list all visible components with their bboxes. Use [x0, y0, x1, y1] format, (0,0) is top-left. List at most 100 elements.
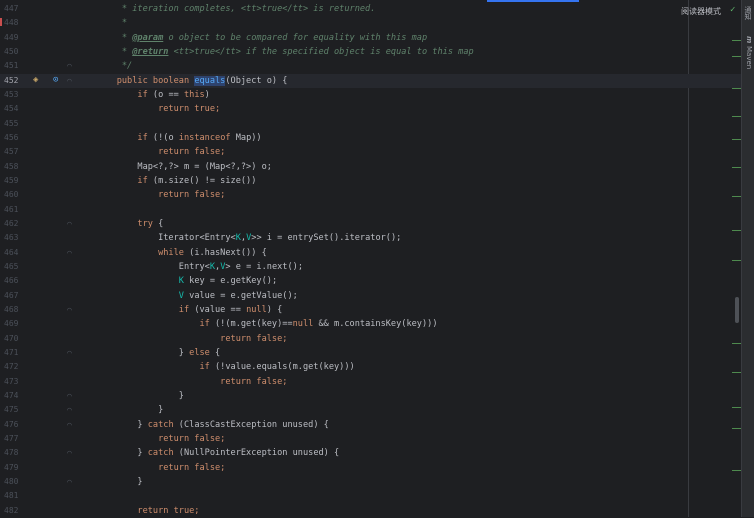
code-text: if (!(m.get(key)==null && m.containsKey(… — [96, 317, 684, 331]
tool-tab-maven[interactable]: Maven — [743, 46, 753, 69]
code-line[interactable]: 457 return false; — [0, 145, 744, 159]
code-token: if — [96, 132, 148, 143]
code-line[interactable]: 458 Map<?,?> m = (Map<?,?>) o; — [0, 160, 744, 174]
line-number[interactable]: 476 — [4, 418, 28, 432]
line-number[interactable]: 465 — [4, 260, 28, 274]
code-text: Map<?,?> m = (Map<?,?>) o; — [96, 160, 684, 174]
line-number[interactable]: 467 — [4, 289, 28, 303]
code-line[interactable]: 456 if (!(o instanceof Map)) — [0, 131, 744, 145]
line-number[interactable]: 474 — [4, 389, 28, 403]
override-method-icon[interactable]: ⊙ — [53, 73, 58, 87]
code-line[interactable]: 474 ⌒ } — [0, 389, 744, 403]
code-line[interactable]: 467 V value = e.getValue(); — [0, 289, 744, 303]
code-line[interactable]: 482 return true; — [0, 504, 744, 518]
line-number[interactable]: 480 — [4, 475, 28, 489]
code-line[interactable]: 461 — [0, 203, 744, 217]
code-line[interactable]: 452 ⌒ public boolean equals(Object o) { — [0, 73, 744, 88]
code-line[interactable]: 455 — [0, 117, 744, 131]
code-line[interactable]: 481 — [0, 489, 744, 503]
code-line[interactable]: 470 return false; — [0, 332, 744, 346]
fold-toggle-icon[interactable]: ⌒ — [67, 403, 72, 417]
code-line[interactable]: 473 return false; — [0, 375, 744, 389]
code-line[interactable]: 468 ⌒ if (value == null) { — [0, 303, 744, 317]
line-number[interactable]: 455 — [4, 117, 28, 131]
code-line[interactable]: 463 Iterator<Entry<K,V>> i = entrySet().… — [0, 231, 744, 245]
line-number[interactable]: 473 — [4, 375, 28, 389]
line-number[interactable]: 462 — [4, 217, 28, 231]
code-line[interactable]: 477 return false; — [0, 432, 744, 446]
fold-toggle-icon[interactable]: ⌒ — [67, 59, 72, 73]
code-text: return false; — [96, 432, 684, 446]
reader-mode-toggle[interactable]: 阅读器模式 — [681, 6, 721, 17]
code-line[interactable]: 479 return false; — [0, 461, 744, 475]
fold-toggle-icon[interactable]: ⌒ — [67, 74, 72, 88]
line-number[interactable]: 464 — [4, 246, 28, 260]
code-line[interactable]: 475 ⌒ } — [0, 403, 744, 417]
code-line[interactable]: 453 if (o == this) — [0, 88, 744, 102]
line-number[interactable]: 477 — [4, 432, 28, 446]
code-token: @return — [132, 46, 169, 57]
line-number[interactable]: 472 — [4, 360, 28, 374]
line-number[interactable]: 453 — [4, 88, 28, 102]
fold-toggle-icon[interactable]: ⌒ — [67, 389, 72, 403]
line-number[interactable]: 454 — [4, 102, 28, 116]
code-token: } — [96, 419, 148, 430]
code-line[interactable]: 448 * — [0, 16, 744, 30]
code-line[interactable]: 472 if (!value.equals(m.get(key))) — [0, 360, 744, 374]
code-line[interactable]: 469 if (!(m.get(key)==null && m.contains… — [0, 317, 744, 331]
code-line[interactable]: 480 ⌒ } — [0, 475, 744, 489]
line-number[interactable]: 448 — [4, 16, 28, 30]
code-line[interactable]: 450 * @return <tt>true</tt> if the speci… — [0, 45, 744, 59]
fold-toggle-icon[interactable]: ⌒ — [67, 303, 72, 317]
tool-tab-m[interactable]: m — [743, 36, 753, 43]
line-number[interactable]: 447 — [4, 2, 28, 16]
code-text: V value = e.getValue(); — [96, 289, 684, 303]
code-line[interactable]: 451 ⌒ */ — [0, 59, 744, 73]
line-number[interactable]: 450 — [4, 45, 28, 59]
code-line[interactable]: 466 K key = e.getKey(); — [0, 274, 744, 288]
implementation-marker-icon[interactable]: ◈ — [33, 73, 38, 87]
line-number[interactable]: 481 — [4, 489, 28, 503]
code-line[interactable]: 471 ⌒ } else { — [0, 346, 744, 360]
line-number[interactable]: 449 — [4, 31, 28, 45]
line-number[interactable]: 452 — [4, 74, 28, 88]
fold-toggle-icon[interactable]: ⌒ — [67, 246, 72, 260]
code-line[interactable]: 459 if (m.size() != size()) — [0, 174, 744, 188]
line-number[interactable]: 459 — [4, 174, 28, 188]
line-number[interactable]: 451 — [4, 59, 28, 73]
code-line[interactable]: 465 Entry<K,V> e = i.next(); — [0, 260, 744, 274]
line-number[interactable]: 471 — [4, 346, 28, 360]
code-line[interactable]: 478 ⌒ } catch (NullPointerException unuse… — [0, 446, 744, 460]
code-line[interactable]: 464 ⌒ while (i.hasNext()) { — [0, 246, 744, 260]
check-icon[interactable]: ✓ — [730, 5, 735, 15]
fold-toggle-icon[interactable]: ⌒ — [67, 446, 72, 460]
line-number[interactable]: 470 — [4, 332, 28, 346]
line-number[interactable]: 457 — [4, 145, 28, 159]
code-line[interactable]: 476 ⌒ } catch (ClassCastException unused)… — [0, 418, 744, 432]
line-number[interactable]: 460 — [4, 188, 28, 202]
code-line[interactable]: 449 * @param o object to be compared for… — [0, 31, 744, 45]
line-number[interactable]: 456 — [4, 131, 28, 145]
line-number[interactable]: 458 — [4, 160, 28, 174]
line-number[interactable]: 475 — [4, 403, 28, 417]
fold-toggle-icon[interactable]: ⌒ — [67, 418, 72, 432]
line-number[interactable]: 478 — [4, 446, 28, 460]
tool-tab-notifications[interactable]: 通知 — [743, 6, 753, 20]
code-line[interactable]: 460 return false; — [0, 188, 744, 202]
scrollbar-thumb[interactable] — [735, 297, 739, 323]
code-line[interactable]: 462 ⌒ try { — [0, 217, 744, 231]
line-number[interactable]: 482 — [4, 504, 28, 518]
line-number[interactable]: 463 — [4, 231, 28, 245]
code-line[interactable]: 447 * iteration completes, <tt>true</tt>… — [0, 2, 744, 16]
fold-toggle-icon[interactable]: ⌒ — [67, 217, 72, 231]
code-line[interactable]: 454 return true; — [0, 102, 744, 116]
line-number[interactable]: 479 — [4, 461, 28, 475]
line-number[interactable]: 466 — [4, 274, 28, 288]
code-editor[interactable]: 447 * iteration completes, <tt>true</tt>… — [0, 0, 744, 517]
line-number[interactable]: 469 — [4, 317, 28, 331]
line-number[interactable]: 461 — [4, 203, 28, 217]
line-number[interactable]: 468 — [4, 303, 28, 317]
fold-toggle-icon[interactable]: ⌒ — [67, 346, 72, 360]
fold-toggle-icon[interactable]: ⌒ — [67, 475, 72, 489]
